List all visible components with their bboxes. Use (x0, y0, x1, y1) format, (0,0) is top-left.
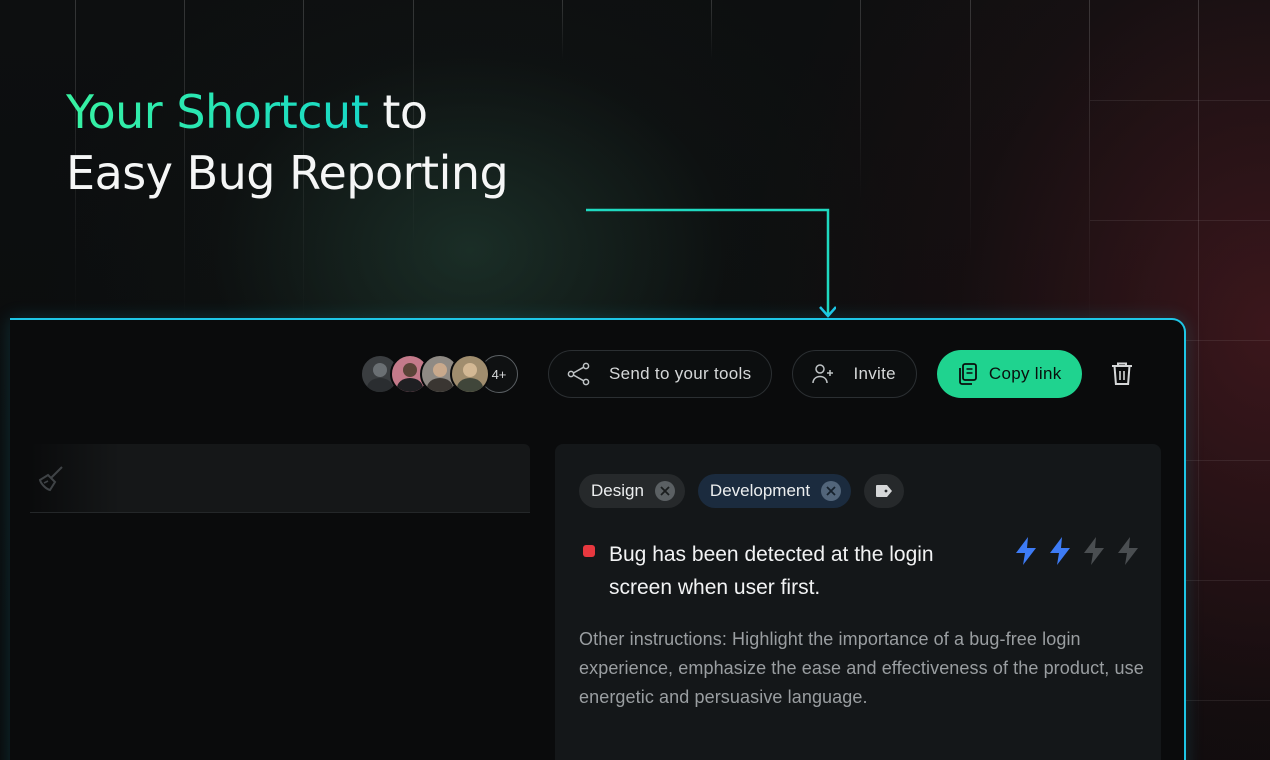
tag-icon (876, 485, 893, 497)
hero-headline: Your Shortcut to Easy Bug Reporting (66, 82, 509, 204)
copy-link-button[interactable]: Copy link (936, 350, 1082, 398)
invite-button[interactable]: Invite (792, 350, 917, 398)
copy-icon (958, 363, 977, 385)
share-icon (567, 362, 590, 386)
priority-rating[interactable] (1013, 536, 1149, 566)
stage: Your Shortcut to Easy Bug Reporting 4+ S… (0, 0, 1270, 760)
grid-line (860, 0, 861, 200)
priority-bolt-icon[interactable] (1047, 536, 1073, 566)
bug-title[interactable]: Bug has been detected at the login scree… (609, 538, 999, 604)
broom-icon[interactable] (36, 464, 66, 494)
priority-bolt-icon[interactable] (1081, 536, 1107, 566)
connector-arrow-icon (586, 208, 836, 318)
avatar[interactable] (450, 354, 490, 394)
bug-detail-card: Design Development Bug has been detected… (555, 444, 1161, 760)
tag-development[interactable]: Development (697, 474, 852, 508)
grid-line (1198, 0, 1199, 760)
grid-line (562, 0, 563, 60)
close-icon[interactable] (654, 481, 675, 501)
bug-notes[interactable]: Other instructions: Highlight the import… (579, 625, 1149, 712)
collaborator-avatars[interactable]: 4+ (360, 354, 518, 394)
tag-list: Design Development (579, 474, 905, 508)
priority-bolt-icon[interactable] (1115, 536, 1141, 566)
headline-line2: Easy Bug Reporting (66, 146, 509, 200)
grid-line (1090, 100, 1270, 101)
toolbar: 4+ Send to your tools Invite Copy link (360, 350, 1134, 398)
send-to-tools-label: Send to your tools (609, 364, 752, 383)
grid-line (970, 0, 971, 260)
priority-bolt-icon[interactable] (1013, 536, 1039, 566)
invite-label: Invite (853, 364, 896, 383)
add-tag-button[interactable] (864, 474, 905, 508)
bug-title-row: Bug has been detected at the login scree… (583, 538, 999, 604)
close-icon[interactable] (821, 481, 842, 501)
bug-status-indicator (583, 545, 595, 557)
bug-report-panel: 4+ Send to your tools Invite Copy link D… (10, 318, 1186, 760)
grid-line (1090, 220, 1270, 221)
add-user-icon (812, 364, 834, 384)
grid-line (1089, 0, 1090, 330)
trash-icon[interactable] (1110, 361, 1134, 387)
tag-label: Design (591, 481, 644, 500)
tag-design[interactable]: Design (579, 474, 685, 508)
headline-accent: Your Shortcut (66, 85, 369, 139)
grid-line (711, 0, 712, 60)
left-card (30, 444, 530, 513)
send-to-tools-button[interactable]: Send to your tools (548, 350, 773, 398)
tag-label: Development (709, 481, 811, 500)
copy-link-label: Copy link (988, 364, 1062, 383)
headline-rest: to (368, 85, 428, 139)
